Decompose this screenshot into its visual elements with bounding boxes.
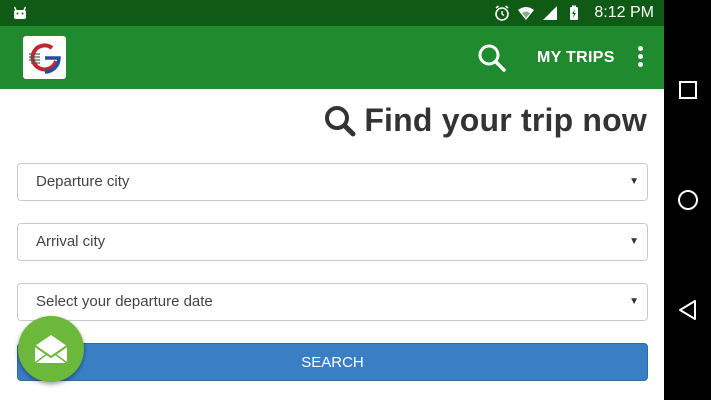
message-fab[interactable] [18,316,84,382]
more-vert-icon[interactable] [630,44,650,72]
departure-date-label: Select your departure date [36,293,213,310]
search-icon[interactable] [476,42,508,74]
chevron-down-icon: ▼ [629,176,639,187]
departure-city-label: Departure city [36,173,130,190]
logo-icon [28,42,61,74]
departure-city-select[interactable]: Departure city ▼ [17,163,648,201]
android-icon [13,6,27,19]
recents-icon[interactable] [676,78,700,102]
app-logo[interactable] [23,36,66,79]
my-trips-button[interactable]: MY TRIPS [537,49,615,67]
alarm-icon [495,5,510,21]
arrival-city-label: Arrival city [36,233,106,250]
departure-date-select[interactable]: Select your departure date ▼ [17,283,648,321]
battery-icon [570,5,579,20]
system-nav-bar [664,0,711,400]
app-screen: 8:12 PM MY TRIPS Find your trip now Depa… [0,0,664,400]
arrival-city-select[interactable]: Arrival city ▼ [17,223,648,261]
chevron-down-icon: ▼ [629,236,639,247]
signal-icon [543,6,558,20]
chevron-down-icon: ▼ [629,296,639,307]
search-button[interactable]: SEARCH [17,343,648,381]
status-bar: 8:12 PM [0,0,664,26]
page-title: Find your trip now [364,102,647,138]
wifi-icon [518,7,535,20]
clock: 8:12 PM [594,4,654,21]
open-envelope-icon [34,335,68,364]
page-heading: Find your trip now [324,102,647,139]
search-button-label: SEARCH [301,353,364,371]
back-icon[interactable] [676,298,700,322]
home-icon[interactable] [676,188,700,212]
search-icon [325,105,356,136]
app-bar: MY TRIPS [0,26,664,89]
